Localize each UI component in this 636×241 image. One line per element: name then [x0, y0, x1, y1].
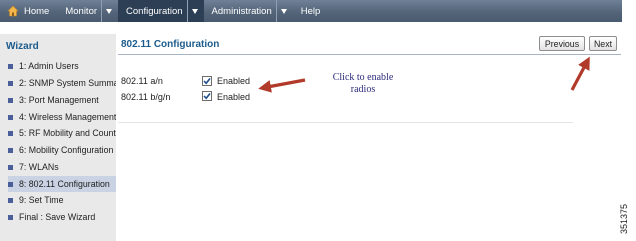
nav-administration-label: Administration: [211, 5, 272, 17]
bullet-icon: [8, 97, 13, 103]
sidebar-step-set-time[interactable]: 9: Set Time: [8, 192, 116, 208]
radio-a-n-enabled-checkbox[interactable]: [202, 76, 212, 86]
step-label: 2: SNMP System Summary: [19, 78, 116, 88]
step-label: 6: Mobility Configuration: [19, 145, 114, 155]
sidebar-step-wlans[interactable]: 7: WLANs: [8, 159, 116, 175]
nav-administration-group: Administration: [204, 0, 293, 22]
radio-b-g-n-enabled-label: Enabled: [217, 92, 251, 102]
bullet-icon: [8, 80, 13, 86]
arrow-to-next-button: [570, 56, 590, 91]
nav-configuration[interactable]: Configuration: [118, 0, 185, 22]
sidebar-step-save-wizard[interactable]: Final : Save Wizard: [8, 209, 116, 225]
radio-a-n-label: 802.11 a/n: [121, 76, 163, 86]
sidebar-step-80211-configuration[interactable]: 8: 802.11 Configuration: [8, 176, 116, 192]
top-navbar: Home Monitor Configuration Administratio…: [0, 0, 622, 22]
step-label: Final : Save Wizard: [19, 212, 96, 222]
nav-home[interactable]: Home: [0, 0, 57, 22]
bullet-icon: [8, 63, 13, 69]
nav-administration-dropdown[interactable]: [275, 0, 293, 22]
radio-a-n-enabled-label: Enabled: [217, 76, 251, 86]
nav-home-label: Home: [24, 5, 50, 17]
nav-monitor[interactable]: Monitor: [57, 0, 99, 22]
step-label: 4: Wireless Management: [19, 112, 116, 122]
step-label: 9: Set Time: [19, 195, 64, 205]
triangle-down-icon: [191, 8, 198, 14]
bullet-icon: [8, 197, 13, 203]
sidebar-title: Wizard: [6, 41, 39, 52]
step-label: 5: RF Mobility and Country: [19, 128, 116, 138]
sidebar-step-admin-users[interactable]: 1: Admin Users: [8, 58, 116, 74]
home-icon: [7, 5, 19, 17]
callout-line-2: radios: [350, 84, 376, 95]
checkmark-icon: [203, 78, 211, 85]
page-title: 802.11 Configuration: [121, 39, 220, 50]
bullet-icon: [8, 181, 13, 187]
nav-configuration-group: Configuration: [118, 0, 204, 22]
step-label: 3: Port Management: [19, 95, 99, 105]
triangle-down-icon: [280, 8, 287, 14]
bullet-icon: [8, 164, 13, 170]
content-divider: [118, 122, 573, 123]
nav-help[interactable]: Help: [293, 0, 329, 22]
next-button[interactable]: Next: [589, 36, 617, 51]
sidebar-step-rf-mobility[interactable]: 5: RF Mobility and Country: [8, 125, 116, 141]
radio-b-g-n-enabled-checkbox[interactable]: [202, 91, 212, 101]
nav-monitor-dropdown[interactable]: [101, 0, 118, 22]
sidebar-step-wireless-management[interactable]: 4: Wireless Management: [8, 109, 116, 125]
step-label: 7: WLANs: [19, 162, 59, 172]
callout-text: Click to enable radios: [318, 72, 408, 96]
sidebar-step-mobility-configuration[interactable]: 6: Mobility Configuration: [8, 142, 116, 158]
sidebar-step-snmp-summary[interactable]: 2: SNMP System Summary: [8, 75, 116, 91]
bullet-icon: [8, 114, 13, 120]
callout-line-1: Click to enable: [332, 72, 394, 83]
bullet-icon: [8, 130, 13, 136]
nav-monitor-label: Monitor: [65, 5, 98, 17]
nav-monitor-group: Monitor: [57, 0, 118, 22]
sidebar-step-port-management[interactable]: 3: Port Management: [8, 92, 116, 108]
radio-b-g-n-label: 802.11 b/g/n: [121, 92, 171, 102]
figure-number: 351375: [619, 203, 629, 234]
nav-configuration-label: Configuration: [126, 5, 183, 17]
step-label: 8: 802.11 Configuration: [19, 179, 110, 189]
arrow-to-checkboxes: [258, 78, 306, 93]
bullet-icon: [8, 147, 13, 153]
nav-administration[interactable]: Administration: [204, 0, 274, 22]
triangle-down-icon: [106, 8, 113, 14]
step-label: 1: Admin Users: [19, 61, 79, 71]
nav-help-label: Help: [300, 5, 321, 17]
title-divider: [118, 54, 621, 55]
checkmark-icon: [203, 93, 211, 100]
nav-configuration-dropdown[interactable]: [186, 0, 204, 22]
bullet-icon: [8, 214, 13, 220]
previous-button[interactable]: Previous: [539, 36, 585, 51]
